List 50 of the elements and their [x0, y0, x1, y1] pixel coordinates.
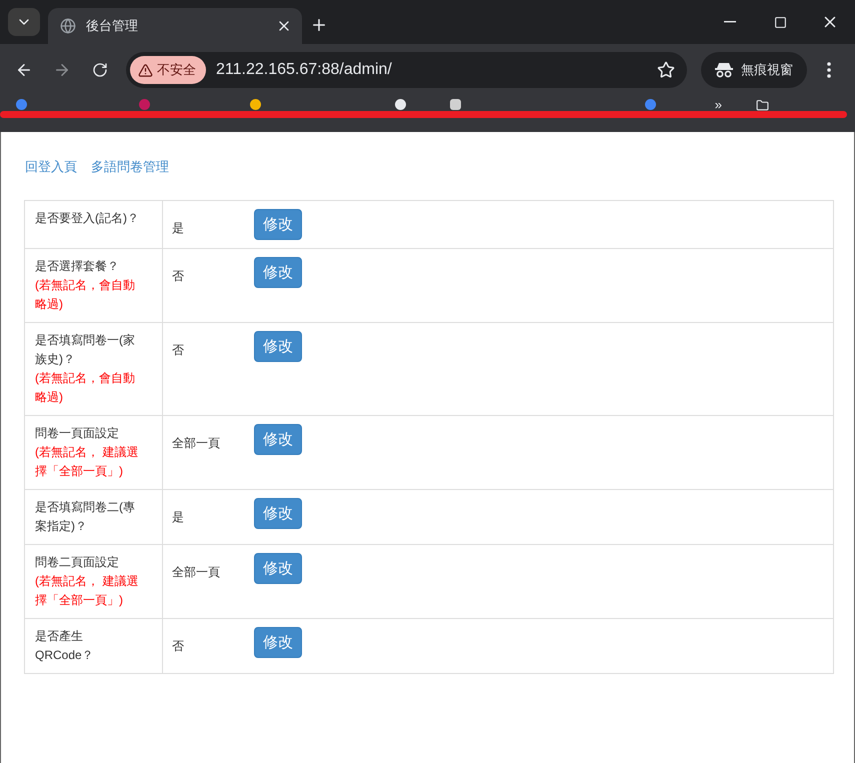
- edit-button[interactable]: 修改: [254, 553, 302, 584]
- note-text: (若無記名， 建議選擇「全部一頁」): [35, 444, 139, 480]
- bookmark-star-icon[interactable]: [657, 61, 675, 79]
- bookmark-icon[interactable]: [450, 99, 461, 110]
- setting-value: 全部一頁: [172, 564, 221, 581]
- incognito-icon: [715, 62, 733, 78]
- tab-title: 後台管理: [86, 17, 139, 35]
- nav-link[interactable]: 回登入頁: [25, 158, 77, 176]
- setting-value: 是: [172, 509, 185, 526]
- url-text: 211.22.165.67:88/admin/: [216, 61, 393, 79]
- note-text: (若無記名，會自動略過): [35, 370, 136, 406]
- tab-search-button[interactable]: [8, 8, 40, 36]
- question-text: 是否選擇套餐？: [35, 258, 120, 275]
- maximize-icon: [774, 16, 786, 28]
- warning-icon: [138, 62, 153, 78]
- edit-button[interactable]: 修改: [254, 627, 302, 658]
- question-text: 是否要登入(記名)？: [35, 210, 139, 227]
- setting-value: 否: [172, 268, 185, 285]
- menu-icon: [827, 62, 831, 78]
- edit-button[interactable]: 修改: [254, 257, 302, 288]
- question-text: 是否填寫問卷二(專案指定)？: [35, 499, 136, 535]
- nav-link[interactable]: 多語問卷管理: [91, 158, 169, 176]
- edit-button[interactable]: 修改: [254, 498, 302, 529]
- edit-button[interactable]: 修改: [254, 424, 302, 455]
- security-chip[interactable]: 不安全: [130, 56, 206, 84]
- edit-button[interactable]: 修改: [254, 331, 302, 362]
- setting-value: 全部一頁: [172, 435, 221, 452]
- question-text: 是否填寫問卷一(家族史)？: [35, 332, 136, 368]
- plus-icon: [310, 16, 328, 34]
- note-text: (若無記名， 建議選擇「全部一頁」): [35, 573, 139, 609]
- note-text: (若無記名，會自動略過): [35, 277, 136, 313]
- incognito-indicator[interactable]: 無痕視窗: [701, 52, 807, 88]
- setting-value: 否: [172, 342, 185, 359]
- address-bar[interactable]: 不安全 211.22.165.67:88/admin/: [126, 52, 687, 88]
- edit-button[interactable]: 修改: [254, 209, 302, 240]
- question-text: 問卷二頁面設定: [35, 554, 120, 571]
- bookmark-icon[interactable]: [250, 99, 261, 110]
- question-text: 是否產生QRCode？: [35, 628, 95, 664]
- question-text: 問卷一頁面設定: [35, 425, 120, 442]
- setting-value: 是: [172, 220, 185, 237]
- browser-tab[interactable]: 後台管理: [48, 8, 302, 44]
- new-tab-button[interactable]: [310, 16, 328, 34]
- globe-icon: [60, 18, 76, 34]
- folder-icon[interactable]: [756, 99, 769, 112]
- bookmarks-overflow[interactable]: »: [714, 99, 722, 110]
- setting-value: 否: [172, 638, 185, 655]
- minimize-icon: [724, 21, 736, 23]
- forward-arrow-icon: [53, 61, 71, 79]
- reload-icon: [92, 62, 108, 78]
- bookmark-icon[interactable]: [395, 99, 406, 110]
